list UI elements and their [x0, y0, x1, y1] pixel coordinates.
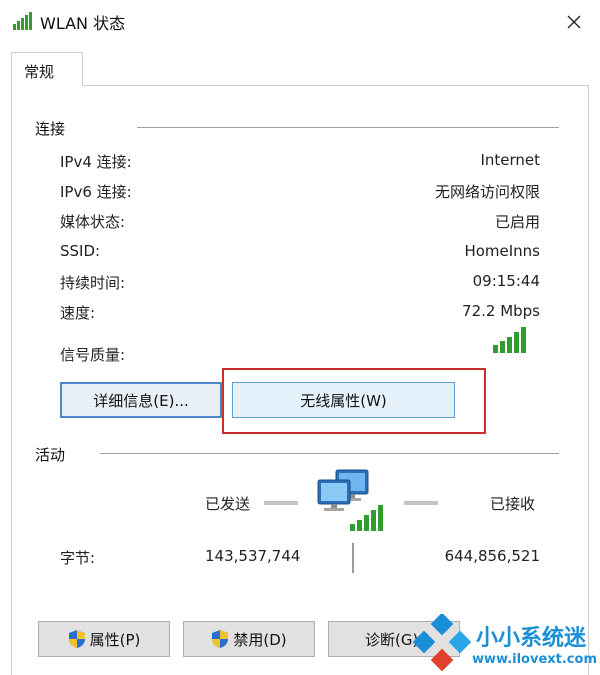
received-label: 已接收 [490, 495, 536, 513]
tab-label: 常规 [24, 63, 55, 81]
disable-button-label: 禁用(D) [233, 630, 287, 649]
network-computers-icon [317, 469, 383, 531]
close-button[interactable] [556, 6, 592, 38]
highlight-box [222, 368, 486, 434]
close-icon [567, 15, 581, 29]
watermark-brand: 小小系统迷 [476, 626, 587, 651]
bytes-separator [352, 543, 354, 573]
disable-button[interactable]: 禁用(D) [183, 621, 315, 657]
wifi-signal-bars-icon [13, 12, 32, 30]
bytes-sent-value: 143,537,744 [205, 547, 301, 565]
ipv4-label: IPv4 连接: [60, 153, 132, 171]
ipv6-value: 无网络访问权限 [434, 183, 540, 201]
duration-value: 09:15:44 [472, 272, 540, 290]
diagnose-button-label: 诊断(G) [365, 630, 419, 649]
shield-icon [212, 630, 229, 648]
ssid-label: SSID: [60, 242, 101, 260]
bytes-label: 字节: [60, 549, 96, 567]
duration-label: 持续时间: [60, 274, 126, 292]
media-state-value: 已启用 [494, 213, 540, 231]
bytes-received-value: 644,856,521 [444, 547, 540, 565]
speed-label: 速度: [60, 304, 96, 322]
shield-icon [68, 630, 85, 648]
details-button-label: 详细信息(E)... [93, 391, 189, 410]
properties-button-label: 属性(P) [89, 630, 141, 649]
window-title: WLAN 状态 [40, 14, 126, 33]
details-button[interactable]: 详细信息(E)... [60, 382, 222, 418]
properties-button[interactable]: 属性(P) [38, 621, 170, 657]
watermark-logo-icon [412, 614, 472, 672]
sent-line [264, 501, 298, 505]
wifi-signal-bars-icon [493, 327, 526, 353]
signal-quality-label: 信号质量: [60, 346, 126, 364]
connection-divider [137, 127, 559, 128]
sent-label: 已发送 [205, 495, 251, 513]
watermark-url: www.ilovext.com [472, 652, 597, 667]
tab-general[interactable]: 常规 [11, 52, 83, 86]
title-bar: WLAN 状态 [0, 0, 600, 44]
connection-group-title: 连接 [35, 120, 66, 138]
received-line [404, 501, 438, 505]
activity-divider [100, 453, 559, 454]
watermark: 小小系统迷 www.ilovext.com [412, 612, 600, 675]
ipv6-label: IPv6 连接: [60, 183, 132, 201]
media-state-label: 媒体状态: [60, 213, 126, 231]
ipv4-value: Internet [480, 151, 540, 169]
activity-group-title: 活动 [35, 446, 66, 464]
ssid-value: HomeInns [464, 242, 540, 260]
speed-value: 72.2 Mbps [462, 302, 540, 320]
